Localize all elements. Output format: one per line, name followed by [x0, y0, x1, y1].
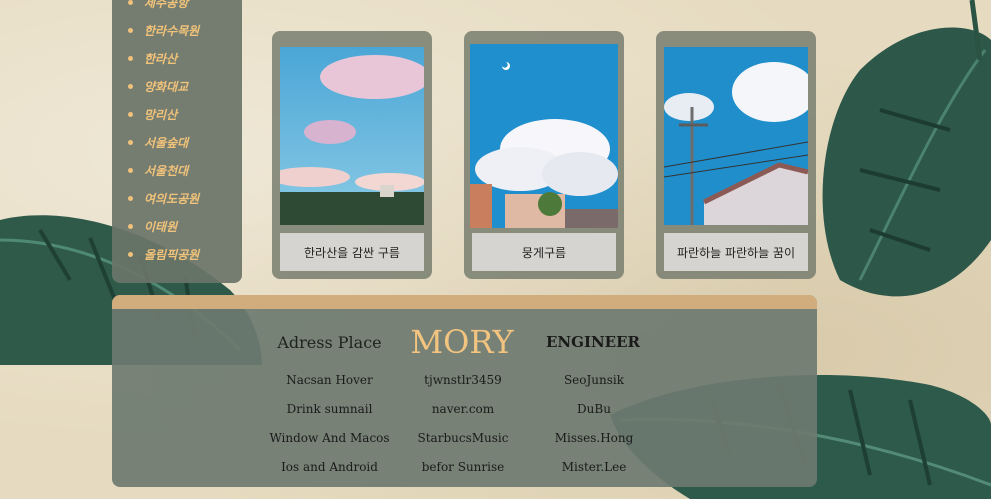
- footer-panel: Adress Place MORY ENGINEER Nacsan Hover …: [112, 295, 817, 487]
- sidebar-item-label: 서울숲대: [144, 135, 189, 150]
- contact-item: naver.com: [431, 401, 495, 416]
- photo-card[interactable]: 파란하늘 파란하늘 꿈이: [656, 31, 816, 279]
- photo-caption: 파란하늘 파란하늘 꿈이: [664, 233, 808, 271]
- sidebar-list: 제주공항 한라수목원 한라산 양화대교 망리산 서울숲대 서울천대 여의도공원 …: [128, 0, 199, 268]
- photo-caption: 뭉게구름: [472, 233, 616, 271]
- sidebar-item-label: 양화대교: [144, 79, 189, 94]
- bullet-icon: [128, 27, 133, 33]
- adress-item: Drink sumnail: [286, 401, 373, 416]
- bullet-icon: [128, 223, 133, 229]
- engineer-item: Misses.Hong: [554, 430, 634, 445]
- engineer-column: SeoJunsik DuBu Misses.Hong Mister.Lee: [539, 365, 649, 481]
- sidebar-item-label: 서울천대: [144, 163, 189, 178]
- contact-item: tjwnstlr3459: [424, 372, 502, 387]
- contact-item: befor Sunrise: [421, 459, 505, 474]
- bullet-icon: [128, 0, 133, 5]
- sky-clouds-photo: [280, 47, 424, 225]
- sidebar-nav: 제주공항 한라수목원 한라산 양화대교 망리산 서울숲대 서울천대 여의도공원 …: [112, 0, 242, 283]
- sidebar-item-label: 여의도공원: [144, 191, 200, 206]
- sidebar-item-label: 망리산: [144, 107, 178, 122]
- adress-item: Ios and Android: [281, 459, 378, 474]
- contact-column: tjwnstlr3459 naver.com StarbucsMusic bef…: [405, 365, 521, 481]
- engineer-item: SeoJunsik: [563, 372, 625, 387]
- adress-column: Nacsan Hover Drink sumnail Window And Ma…: [262, 365, 397, 481]
- bullet-icon: [128, 83, 133, 89]
- sidebar-item[interactable]: 양화대교: [128, 72, 199, 100]
- sidebar-item[interactable]: 여의도공원: [128, 184, 199, 212]
- bullet-icon: [128, 195, 133, 201]
- photo-card[interactable]: 뭉게구름: [464, 31, 624, 279]
- adress-heading: Adress Place: [277, 332, 382, 352]
- contact-item: StarbucsMusic: [417, 430, 509, 445]
- power-pole-sky-photo: [664, 47, 808, 225]
- sidebar-item[interactable]: 이태원: [128, 212, 199, 240]
- sidebar-item-label: 한라수목원: [144, 23, 200, 38]
- bullet-icon: [128, 55, 133, 61]
- bullet-icon: [128, 111, 133, 117]
- adress-item: Nacsan Hover: [286, 372, 373, 387]
- bullet-icon: [128, 167, 133, 173]
- bullet-icon: [128, 139, 133, 145]
- sidebar-item[interactable]: 한라수목원: [128, 16, 199, 44]
- adress-item: Window And Macos: [269, 430, 390, 445]
- sidebar-item-label: 제주공항: [144, 0, 189, 10]
- sidebar-item[interactable]: 제주공항: [128, 0, 199, 16]
- sidebar-item[interactable]: 서울천대: [128, 156, 199, 184]
- engineer-item: Mister.Lee: [561, 459, 627, 474]
- mory-logo[interactable]: MORY: [400, 323, 524, 361]
- cumulus-cloud-photo: [470, 44, 618, 228]
- monstera-leaf-right-top-image: [822, 0, 991, 297]
- footer-top-bar: [112, 295, 817, 309]
- engineer-item: DuBu: [577, 401, 611, 416]
- photo-card[interactable]: 한라산을 감싼 구름: [272, 31, 432, 279]
- sidebar-item-label: 이태원: [144, 219, 178, 234]
- sidebar-item[interactable]: 망리산: [128, 100, 199, 128]
- sidebar-item[interactable]: 서울숲대: [128, 128, 199, 156]
- sidebar-item[interactable]: 한라산: [128, 44, 199, 72]
- sidebar-item[interactable]: 올림픽공원: [128, 240, 199, 268]
- bullet-icon: [128, 251, 133, 257]
- sidebar-item-label: 올림픽공원: [144, 247, 200, 262]
- sidebar-item-label: 한라산: [144, 51, 178, 66]
- photo-caption: 한라산을 감싼 구름: [280, 233, 424, 271]
- engineer-heading: ENGINEER: [545, 333, 640, 351]
